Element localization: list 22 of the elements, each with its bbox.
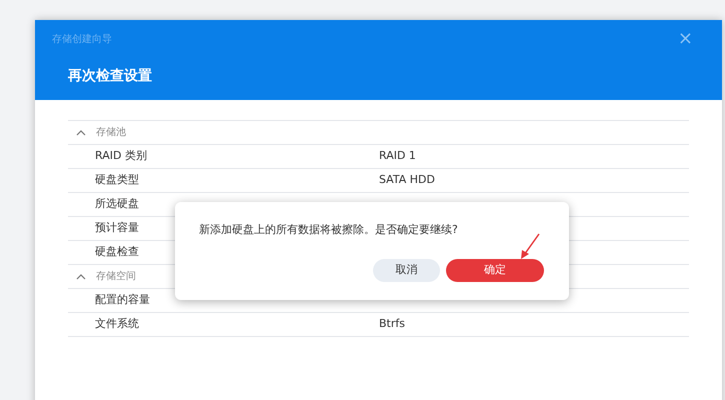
row-label: 硬盘类型 [95,173,139,186]
section-title: 存储空间 [96,270,136,284]
close-button[interactable]: × [678,30,693,48]
window-title: 再次检查设置 [68,67,153,86]
row-label: 配置的容量 [95,293,150,306]
section-title: 存储池 [96,126,126,140]
row-label: 所选硬盘 [95,197,139,210]
window-subtitle: 存储创建向导 [52,32,112,46]
row-label: 硬盘检查 [95,245,139,258]
row-label: 文件系统 [95,317,139,330]
annotation-arrow-icon [519,233,541,260]
section-header[interactable]: 存储池 [68,121,689,145]
row-value: Btrfs [379,316,405,332]
cancel-button[interactable]: 取消 [373,258,440,282]
row-label: RAID 类别 [95,149,147,162]
row-value: SATA HDD [379,172,435,188]
row-value: RAID 1 [379,148,416,164]
confirm-button[interactable]: 确定 [446,258,544,282]
row-label: 预计容量 [95,221,139,234]
dialog-message: 新添加硬盘上的所有数据将被擦除。是否确定要继续? [199,222,459,238]
chevron-up-icon[interactable] [76,130,86,136]
chevron-up-icon[interactable] [76,274,86,280]
